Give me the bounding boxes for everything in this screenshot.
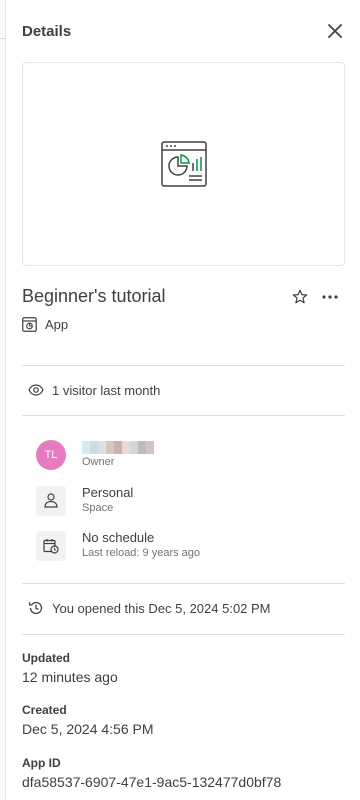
- obscured-pixel: [98, 441, 106, 454]
- updated-value: 12 minutes ago: [22, 669, 118, 685]
- obscured-pixel: [106, 441, 114, 454]
- app-id-value: dfa58537-6907-47e1-9ac5-132477d0bf78: [22, 774, 282, 790]
- visitor-count: 1 visitor last month: [28, 380, 160, 400]
- divider: [22, 365, 345, 366]
- divider: [22, 634, 345, 635]
- owner-row: TL Owner: [36, 439, 154, 470]
- obscured-pixel: [122, 441, 130, 454]
- app-thumbnail: [22, 62, 345, 266]
- app-type: App: [22, 314, 68, 334]
- schedule-icon-box: [36, 530, 66, 561]
- eye-icon: [28, 384, 44, 396]
- calendar-clock-icon: [43, 538, 59, 554]
- owner-label: Owner: [82, 456, 115, 468]
- panel-header: Details: [6, 0, 360, 62]
- person-icon: [44, 493, 58, 508]
- updated-label: Updated: [22, 651, 70, 665]
- more-horizontal-icon: [322, 295, 338, 299]
- created-value: Dec 5, 2024 4:56 PM: [22, 721, 154, 737]
- avatar: TL: [36, 439, 66, 470]
- obscured-pixel: [82, 441, 90, 454]
- space-label: Space: [82, 502, 114, 514]
- visitor-count-text: 1 visitor last month: [52, 382, 161, 398]
- history-icon: [28, 601, 43, 615]
- close-button[interactable]: [324, 20, 346, 42]
- last-reload: Last reload: 9 years ago: [82, 547, 201, 559]
- created-label: Created: [22, 703, 67, 717]
- app-title: Beginner's tutorial: [22, 286, 166, 306]
- obscured-pixel: [130, 441, 138, 454]
- space-icon-box: [36, 485, 66, 516]
- last-opened: You opened this Dec 5, 2024 5:02 PM: [28, 598, 271, 618]
- owner-name-obscured: [82, 441, 154, 454]
- close-icon: [328, 24, 342, 38]
- star-icon: [292, 289, 308, 304]
- favorite-button[interactable]: [289, 286, 311, 308]
- obscured-pixel: [146, 441, 154, 454]
- space-row: Personal Space: [36, 485, 133, 516]
- app-id-label: App ID: [22, 756, 61, 770]
- obscured-pixel: [138, 441, 146, 454]
- app-type-label: App: [45, 316, 69, 332]
- obscured-pixel: [90, 441, 98, 454]
- schedule-row: No schedule Last reload: 9 years ago: [36, 530, 200, 561]
- app-chart-icon: [160, 141, 207, 187]
- panel-title: Details: [22, 23, 72, 40]
- divider: [22, 583, 345, 584]
- obscured-pixel: [114, 441, 122, 454]
- more-actions-button[interactable]: [319, 286, 341, 308]
- space-name: Personal: [82, 485, 134, 500]
- schedule-status: No schedule: [82, 530, 155, 545]
- divider: [22, 415, 345, 416]
- last-opened-text: You opened this Dec 5, 2024 5:02 PM: [52, 600, 271, 616]
- details-panel: Details Beginner's tutorial App 1 visito…: [6, 0, 360, 800]
- app-icon: [22, 316, 37, 332]
